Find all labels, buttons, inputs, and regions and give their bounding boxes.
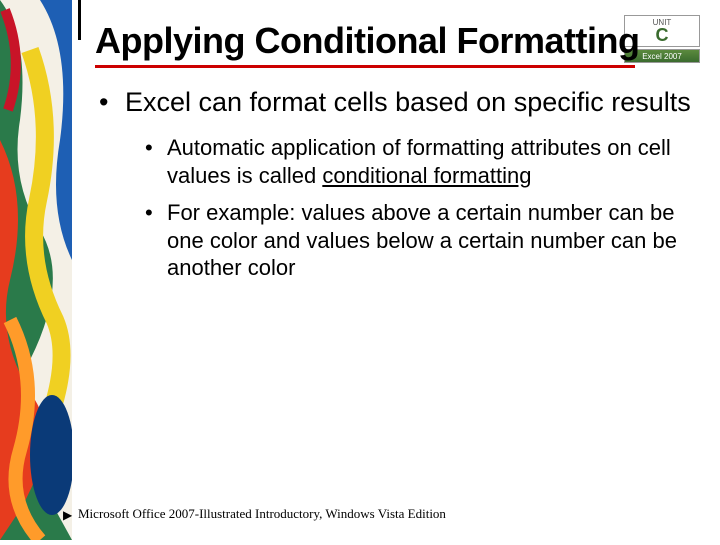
term-conditional-formatting: conditional formatting [322, 163, 531, 188]
list-item: Automatic application of formatting attr… [167, 134, 700, 189]
footer-text: Microsoft Office 2007-Illustrated Introd… [78, 506, 446, 522]
top-accent-bar [78, 0, 81, 40]
list-item: For example: values above a certain numb… [167, 199, 700, 282]
bullet-list-level2: Automatic application of formatting attr… [125, 134, 700, 282]
list-item: Excel can format cells based on specific… [125, 86, 700, 281]
footer-arrow-icon: ▶ [63, 508, 72, 522]
bullet-text: For example: values above a certain numb… [167, 200, 677, 280]
slide-content: Applying Conditional Formatting Excel ca… [95, 20, 700, 490]
slide-title: Applying Conditional Formatting [95, 20, 700, 61]
bullet-list-level1: Excel can format cells based on specific… [95, 86, 700, 281]
decorative-art-strip [0, 0, 72, 540]
bullet-text: Excel can format cells based on specific… [125, 87, 691, 117]
abstract-paint-icon [0, 0, 72, 540]
title-underline [95, 65, 635, 68]
